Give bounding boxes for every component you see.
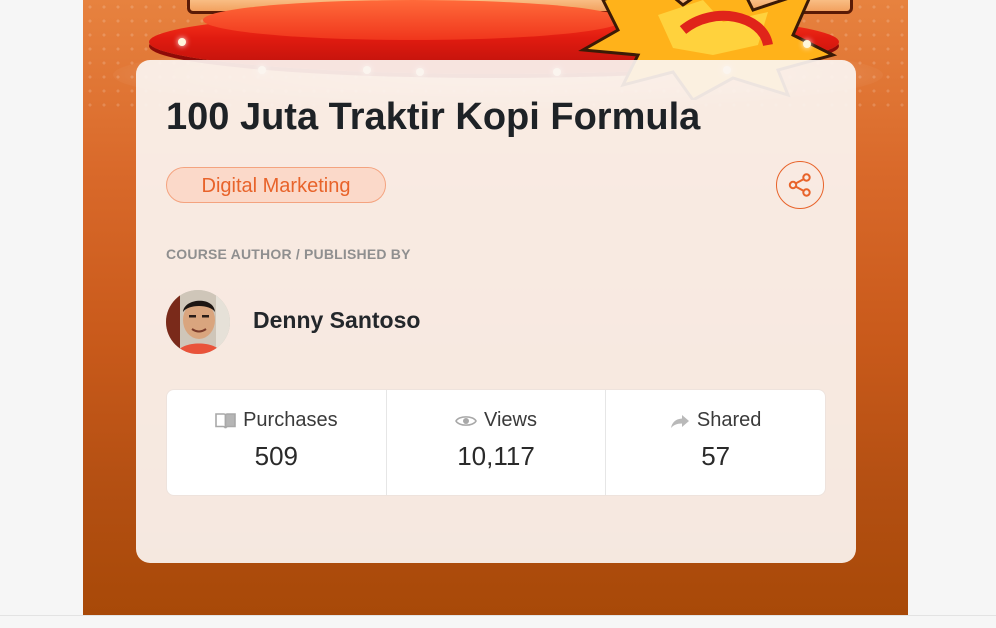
stat-value: 57 <box>701 441 731 471</box>
stat-value: 509 <box>254 441 299 471</box>
book-icon <box>215 412 236 429</box>
stat-value: 10,117 <box>457 441 535 471</box>
author-section-label: COURSE AUTHOR / PUBLISHED BY <box>166 246 411 262</box>
stat-label: Shared <box>696 409 762 431</box>
hero-podium-top <box>203 0 623 40</box>
stat-views: Views 10,117 <box>387 390 607 495</box>
eye-icon <box>455 413 477 429</box>
stat-purchases: Purchases 509 <box>167 390 387 495</box>
stat-label: Views <box>484 409 537 431</box>
course-title: 100 Juta Traktir Kopi Formula <box>166 96 701 138</box>
page: 100 Juta Traktir Kopi Formula Digital Ma… <box>0 0 996 628</box>
page-divider <box>0 615 996 616</box>
share-button[interactable] <box>776 161 824 209</box>
author-avatar[interactable] <box>166 290 230 354</box>
stat-shared: Shared 57 <box>606 390 825 495</box>
stat-label: Purchases <box>243 409 338 431</box>
author-portrait <box>166 290 230 354</box>
share-arrow-icon <box>670 413 690 429</box>
course-info-card: 100 Juta Traktir Kopi Formula Digital Ma… <box>136 60 856 563</box>
share-icon <box>788 173 811 197</box>
course-stats-panel: Purchases 509 Views 10,117 Shared 57 <box>166 389 826 496</box>
course-hero-banner: 100 Juta Traktir Kopi Formula Digital Ma… <box>83 0 908 615</box>
category-badge[interactable]: Digital Marketing <box>166 167 386 203</box>
author-name[interactable]: Denny Santoso <box>253 307 420 334</box>
